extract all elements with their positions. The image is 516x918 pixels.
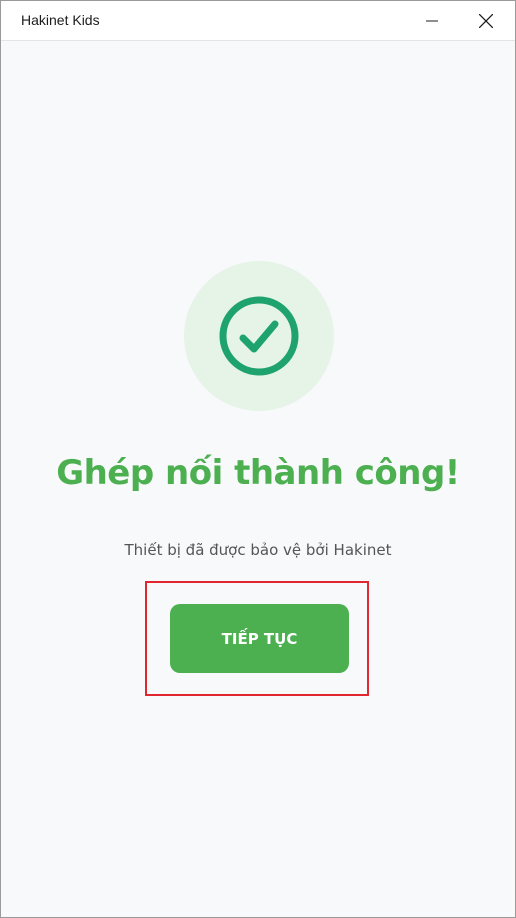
app-window: Hakinet Kids Ghép nối thành công! Thiết … bbox=[0, 0, 516, 918]
success-subtext: Thiết bị đã được bảo vệ bởi Hakinet bbox=[124, 541, 392, 559]
continue-button[interactable]: TIẾP TỤC bbox=[170, 604, 349, 673]
minimize-button[interactable] bbox=[409, 1, 455, 41]
check-circle-icon bbox=[219, 296, 299, 376]
window-title: Hakinet Kids bbox=[21, 12, 100, 28]
success-badge bbox=[184, 261, 334, 411]
close-button[interactable] bbox=[463, 1, 509, 41]
minimize-icon bbox=[426, 20, 438, 22]
close-icon bbox=[479, 14, 493, 28]
title-bar[interactable]: Hakinet Kids bbox=[1, 1, 515, 41]
success-headline: Ghép nối thành công! bbox=[56, 453, 460, 493]
